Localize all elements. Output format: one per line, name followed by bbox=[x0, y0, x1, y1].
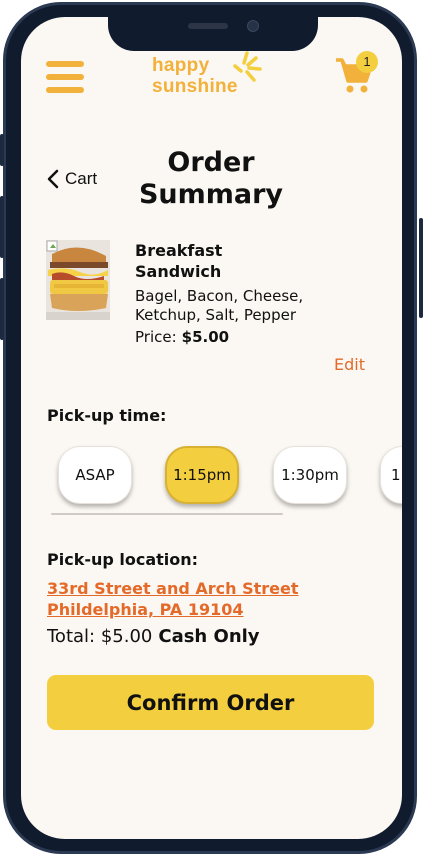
time-option-1-45pm[interactable]: 1:45pm bbox=[380, 446, 402, 504]
price-label: Price: bbox=[135, 328, 177, 346]
time-options-scrollbar[interactable] bbox=[51, 513, 283, 515]
sun-rays-icon bbox=[233, 51, 262, 82]
power-button bbox=[419, 218, 423, 318]
address-line-2: Phildelphia, PA 19104 bbox=[47, 600, 244, 619]
order-total: Total: $5.00 Cash Only bbox=[47, 626, 260, 647]
back-to-cart-link[interactable]: Cart bbox=[47, 169, 97, 189]
logo-line-1: happy bbox=[152, 55, 210, 76]
logo-line-2: sunshine bbox=[152, 76, 238, 97]
time-option-label: 1:45pm bbox=[391, 466, 402, 484]
front-camera bbox=[247, 20, 259, 32]
payment-note: Cash Only bbox=[158, 626, 260, 647]
item-description: Bagel, Bacon, Cheese, Ketchup, Salt, Pep… bbox=[135, 287, 304, 324]
confirm-order-button[interactable]: Confirm Order bbox=[47, 675, 374, 730]
time-option-1-30pm[interactable]: 1:30pm bbox=[273, 446, 347, 504]
item-name: Breakfast Sandwich bbox=[135, 241, 223, 281]
time-option-1-15pm[interactable]: 1:15pm bbox=[165, 446, 239, 504]
app-screen: happy sunshine 1 Cart Order Summary Brea… bbox=[21, 17, 402, 839]
logo-text: happy sunshine bbox=[152, 55, 238, 97]
time-option-asap[interactable]: ASAP bbox=[58, 446, 132, 504]
page-title: Order Summary bbox=[138, 147, 284, 210]
total-label: Total: $5.00 bbox=[47, 626, 153, 647]
mute-switch bbox=[0, 134, 4, 166]
hamburger-menu-icon[interactable] bbox=[46, 61, 86, 95]
pickup-location-label: Pick-up location: bbox=[47, 550, 199, 569]
notch bbox=[108, 17, 318, 51]
cart-count-badge: 1 bbox=[356, 51, 378, 73]
shopping-cart-icon[interactable]: 1 bbox=[334, 51, 378, 99]
breakfast-sandwich-image bbox=[46, 240, 110, 320]
pickup-time-label: Pick-up time: bbox=[47, 406, 167, 425]
sandwich-photo bbox=[46, 240, 110, 320]
price-value: $5.00 bbox=[181, 328, 230, 346]
volume-down-button bbox=[0, 278, 4, 340]
back-label: Cart bbox=[65, 169, 98, 188]
address-line-1: 33rd Street and Arch Street bbox=[47, 579, 299, 598]
volume-up-button bbox=[0, 196, 4, 258]
chevron-left-icon bbox=[47, 169, 59, 189]
pickup-location-link[interactable]: 33rd Street and Arch Street Phildelphia,… bbox=[47, 578, 299, 620]
item-price: Price: $5.00 bbox=[135, 328, 229, 346]
brand-logo: happy sunshine bbox=[152, 51, 272, 107]
speaker-grille bbox=[188, 23, 228, 29]
edit-item-link[interactable]: Edit bbox=[334, 355, 365, 374]
